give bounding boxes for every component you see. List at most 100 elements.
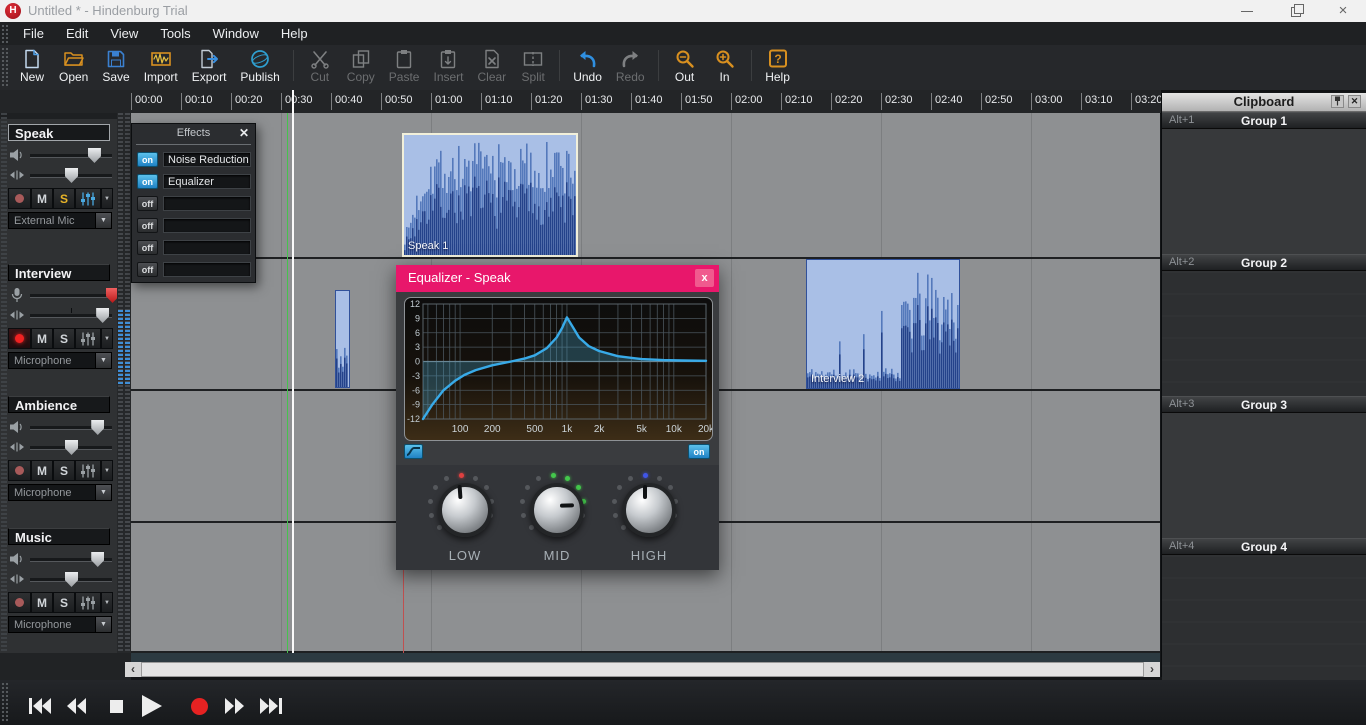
record-arm-button-ambience[interactable]: [8, 460, 31, 481]
audio-clip-interview-2[interactable]: Interview 2: [806, 259, 960, 389]
eq-knob-mid[interactable]: MID: [512, 468, 602, 568]
solo-button-speak[interactable]: S: [53, 188, 75, 209]
effect-slot-4[interactable]: [163, 218, 251, 233]
effect-toggle-3[interactable]: off: [137, 196, 158, 211]
mute-button-speak[interactable]: M: [31, 188, 53, 209]
effects-button-interview[interactable]: [75, 328, 101, 349]
menu-window[interactable]: Window: [202, 22, 270, 45]
dropdown-arrow-icon[interactable]: ▼: [95, 617, 111, 632]
track-name-ambience[interactable]: Ambience: [8, 396, 110, 413]
equalizer-close-button[interactable]: x: [695, 269, 714, 287]
toolbar-new-button[interactable]: New: [12, 46, 52, 85]
toolbar-publish-button[interactable]: Publish: [233, 46, 286, 85]
eq-power-button[interactable]: on: [688, 444, 710, 459]
effects-button-speak[interactable]: [75, 188, 101, 209]
toolbar-help-button[interactable]: ?Help: [758, 46, 798, 85]
go-to-end-button[interactable]: [258, 693, 284, 719]
track-name-music[interactable]: Music: [8, 528, 110, 545]
close-button[interactable]: ×: [1326, 0, 1360, 22]
solo-button-music[interactable]: S: [53, 592, 75, 613]
clipboard-group-body[interactable]: [1162, 555, 1366, 680]
volume-slider-interview[interactable]: [30, 294, 112, 298]
scrollbar-thumb[interactable]: [141, 662, 1144, 677]
input-select-ambience[interactable]: Microphone▼: [8, 484, 112, 501]
track-options-arrow-music[interactable]: ▼: [101, 592, 113, 613]
toolbar-in-button[interactable]: In: [705, 46, 745, 85]
menu-tools[interactable]: Tools: [149, 22, 201, 45]
effect-slot-5[interactable]: [163, 240, 251, 255]
playhead[interactable]: [292, 90, 294, 653]
volume-handle-ambience[interactable]: [91, 420, 104, 435]
effect-slot-1[interactable]: Noise Reduction: [163, 152, 251, 167]
track-name-interview[interactable]: Interview: [8, 264, 110, 281]
track-options-arrow-ambience[interactable]: ▼: [101, 460, 113, 481]
record-arm-button-speak[interactable]: [8, 188, 31, 209]
play-button[interactable]: [139, 693, 165, 719]
clipboard-group-body[interactable]: [1162, 271, 1366, 396]
effects-button-ambience[interactable]: [75, 460, 101, 481]
pan-handle-interview[interactable]: [96, 308, 109, 323]
dropdown-arrow-icon[interactable]: ▼: [95, 213, 111, 228]
toolbar-undo-button[interactable]: Undo: [566, 46, 609, 85]
record-arm-button-music[interactable]: [8, 592, 31, 613]
pan-handle-speak[interactable]: [65, 168, 78, 183]
input-select-music[interactable]: Microphone▼: [8, 616, 112, 633]
minimize-button[interactable]: [1230, 0, 1264, 22]
dropdown-arrow-icon[interactable]: ▼: [95, 485, 111, 500]
track-options-arrow-speak[interactable]: ▼: [101, 188, 113, 209]
audio-clip-small[interactable]: [335, 290, 350, 388]
equalizer-dialog-titlebar[interactable]: Equalizer - Speak x: [396, 265, 719, 292]
track-name-speak[interactable]: Speak: [8, 124, 110, 141]
restore-button[interactable]: [1280, 0, 1314, 22]
horizontal-scrollbar[interactable]: ‹ ›: [125, 662, 1160, 677]
eq-curve-graph[interactable]: 129630-3-6-9-121002005001k2k5k10k20k: [404, 297, 713, 441]
effect-toggle-4[interactable]: off: [137, 218, 158, 233]
scroll-right-arrow[interactable]: ›: [1144, 662, 1160, 677]
go-to-start-button[interactable]: [27, 693, 53, 719]
eq-knob-high[interactable]: HIGH: [604, 468, 694, 568]
solo-button-ambience[interactable]: S: [53, 460, 75, 481]
effect-toggle-6[interactable]: off: [137, 262, 158, 277]
knob-face[interactable]: [530, 483, 584, 537]
solo-button-interview[interactable]: S: [53, 328, 75, 349]
knob-face[interactable]: [622, 483, 676, 537]
effect-toggle-1[interactable]: on: [137, 152, 158, 167]
fast-forward-button[interactable]: [222, 693, 248, 719]
effects-button-music[interactable]: [75, 592, 101, 613]
eq-knob-low[interactable]: LOW: [420, 468, 510, 568]
toolbar-import-button[interactable]: Import: [137, 46, 185, 85]
mute-button-music[interactable]: M: [31, 592, 53, 613]
mute-button-ambience[interactable]: M: [31, 460, 53, 481]
input-select-speak[interactable]: External Mic▼: [8, 212, 112, 229]
clipboard-close-icon[interactable]: ✕: [1348, 95, 1361, 108]
mute-button-interview[interactable]: M: [31, 328, 53, 349]
menu-edit[interactable]: Edit: [55, 22, 99, 45]
effects-close-icon[interactable]: ✕: [239, 126, 249, 140]
menu-help[interactable]: Help: [270, 22, 319, 45]
volume-handle-music[interactable]: [91, 552, 104, 567]
stop-button[interactable]: [103, 693, 129, 719]
clipboard-group-1[interactable]: Alt+1Group 1: [1162, 112, 1366, 129]
clipboard-group-2[interactable]: Alt+2Group 2: [1162, 254, 1366, 271]
toolbar-export-button[interactable]: Export: [185, 46, 234, 85]
scroll-left-arrow[interactable]: ‹: [125, 662, 141, 677]
pin-icon[interactable]: [1331, 95, 1344, 108]
record-arm-button-interview[interactable]: [8, 328, 31, 349]
toolbar-save-button[interactable]: Save: [95, 46, 136, 85]
effect-slot-3[interactable]: [163, 196, 251, 211]
record-button[interactable]: [186, 693, 212, 719]
knob-face[interactable]: [438, 483, 492, 537]
effect-slot-2[interactable]: Equalizer: [163, 174, 251, 189]
input-select-interview[interactable]: Microphone▼: [8, 352, 112, 369]
toolbar-out-button[interactable]: Out: [665, 46, 705, 85]
pan-handle-ambience[interactable]: [65, 440, 78, 455]
clipboard-group-body[interactable]: [1162, 413, 1366, 538]
pan-handle-music[interactable]: [65, 572, 78, 587]
volume-handle-speak[interactable]: [88, 148, 101, 163]
effect-toggle-5[interactable]: off: [137, 240, 158, 255]
dropdown-arrow-icon[interactable]: ▼: [95, 353, 111, 368]
menu-file[interactable]: File: [12, 22, 55, 45]
eq-filter-preset-button[interactable]: [404, 444, 423, 459]
clipboard-group-4[interactable]: Alt+4Group 4: [1162, 538, 1366, 555]
audio-clip-speak-1[interactable]: Speak 1: [402, 133, 578, 257]
